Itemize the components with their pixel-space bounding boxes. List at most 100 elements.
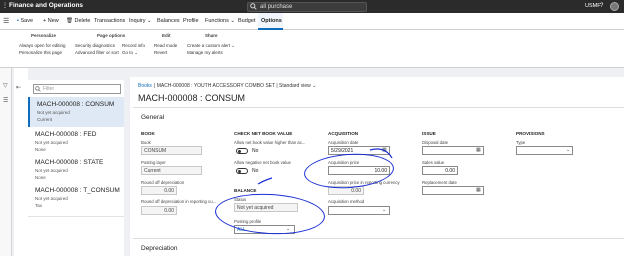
group-share-title: Share [205,33,218,38]
revert-button[interactable]: Revert [154,50,167,55]
list-item-status: Not yet acquired [35,140,68,145]
options-ribbon [0,30,624,68]
security-diagnostics-button[interactable]: Security diagnostics [75,43,115,48]
tab-transactions[interactable]: Transactions [94,18,125,24]
always-open-editing-button[interactable]: Always open for editing [19,43,66,48]
save-icon: ▪ [17,18,19,24]
list-item-status: Not yet acquired [37,110,70,115]
search-icon [35,86,41,92]
filter-pane-icon[interactable]: ▽ [3,82,8,89]
list-item[interactable]: MACH-000008 : T_CONSUM Not yet acquired … [28,183,124,217]
list-item-title: MACH-000008 : CONSUM [37,101,115,108]
check-nbv-header: CHECK NET BOOK VALUE [234,131,293,136]
type-label: Type [516,140,526,145]
save-label: Save [20,18,34,24]
group-personalize-title: Personalize [31,33,57,38]
collapse-list-icon[interactable]: ⇤ [16,84,21,91]
go-to-button[interactable]: Go to ⌄ [122,50,138,56]
round-off-label: Round off depreciation [141,180,185,185]
book-header: BOOK [141,131,155,136]
allow-higher-label: Allow net book value higher than ac... [234,140,306,145]
section-depreciation-title[interactable]: Depreciation [141,245,178,252]
issue-header: ISSUE [422,131,436,136]
sales-value-field[interactable]: 0.00 [422,166,458,175]
avatar[interactable] [610,2,619,11]
depreciation-fasttab [133,238,624,256]
search-icon [250,3,257,10]
list-item-title: MACH-000008 : FED [35,131,97,138]
company-label[interactable]: USMF [585,3,601,9]
list-item-extra: Tax [35,203,43,208]
global-menu-icon[interactable]: ☰ [3,17,9,25]
round-off-field[interactable]: 0.00 [141,186,177,195]
calendar-icon[interactable]: ▦ [382,147,387,153]
read-mode-button[interactable]: Read mode [154,43,177,48]
personalize-page-button[interactable]: Personalize this page [19,50,62,55]
record-info-button[interactable]: Record info [122,43,145,48]
list-item-status: Not yet acquired [35,168,68,173]
replacement-date-label: Replacement date [422,180,457,185]
list-item-extra: None [35,175,46,180]
toggle-knob [238,170,241,173]
chevron-down-icon[interactable]: ⌄ [382,207,386,213]
round-off-reporting-label: Round off depreciation in reporting cu..… [141,199,217,204]
save-button[interactable]: ▪ Save [17,18,33,24]
round-off-reporting-field[interactable]: 0.00 [141,206,177,215]
book-label: Book [141,140,151,145]
filter-input[interactable]: Filter [33,84,121,94]
group-edit-title: Edit [162,33,171,38]
advanced-filter-button[interactable]: Advanced filter or sort [75,50,119,55]
allow-negative-value: No [252,168,259,174]
posting-layer-label: Posting layer [141,160,166,165]
list-item-extra: None [35,147,46,152]
section-general-title[interactable]: General [141,114,164,121]
breadcrumb-books-link[interactable]: Books [138,83,152,89]
delete-label: Delete [74,18,91,24]
disposal-date-field[interactable] [422,146,484,155]
tab-budget[interactable]: Budget [238,18,255,24]
balance-header: BALANCE [234,188,257,193]
help-icon[interactable]: ? [600,3,603,9]
disposal-date-label: Disposal date [422,140,449,145]
allow-higher-value: No [252,148,259,154]
create-alert-button[interactable]: Create a custom alert ⌄ [187,43,235,49]
posting-layer-field[interactable]: Current [141,166,202,175]
list-pane-gutter [14,68,28,256]
page-title: MACH-000008 : CONSUM [138,93,246,103]
acquisition-header: ACQUISITION [328,131,359,136]
breadcrumb[interactable]: | MACH-000008 : YOUTH ACCESSORY COMBO SE… [154,83,316,89]
allow-higher-toggle[interactable] [236,148,248,154]
tab-profile[interactable]: Profile [183,18,199,24]
delete-button[interactable]: 🗑 Delete [66,18,90,24]
allow-negative-label: Allow negative net book value [234,160,291,165]
type-field[interactable] [516,146,573,155]
acquisition-method-field[interactable] [328,206,390,215]
app-title[interactable]: Finance and Operations [9,2,83,9]
chevron-down-icon[interactable]: ⌄ [566,147,570,153]
manage-alerts-button[interactable]: Manage my alerts [187,50,223,55]
tab-options[interactable]: Options [261,18,282,24]
tab-balances[interactable]: Balances [157,18,180,24]
provisions-header: PROVISIONS [516,131,545,136]
acquisition-date-label: Acquisition date [328,140,359,145]
book-field[interactable]: CONSUM [141,146,202,155]
list-item[interactable]: MACH-000008 : CONSUM Not yet acquired Cu… [28,97,124,129]
tab-inquiry[interactable]: Inquiry ⌄ [129,18,152,24]
replacement-date-field[interactable] [422,186,484,195]
toggle-knob [238,150,241,153]
search-input[interactable]: all purchase [247,2,367,12]
calendar-icon[interactable]: ▦ [476,147,481,153]
allow-negative-toggle[interactable] [236,168,248,174]
sales-value-label: Sales value [422,160,445,165]
new-button[interactable]: + New [43,18,59,24]
list-item-extra: Current [37,117,53,122]
calendar-icon[interactable]: ▦ [476,187,481,193]
trash-icon: 🗑 [66,18,73,24]
acquisition-method-label: Acquisition method [328,199,365,204]
group-page-options-title: Page options [97,33,126,38]
list-item-title: MACH-000008 : STATE [35,159,104,166]
list-pane-icon[interactable]: ☰ [3,97,8,104]
app-launcher-icon[interactable]: ⋮ [2,3,8,10]
tab-functions[interactable]: Functions ⌄ [205,18,235,24]
list-item-title: MACH-000008 : T_CONSUM [35,187,120,194]
